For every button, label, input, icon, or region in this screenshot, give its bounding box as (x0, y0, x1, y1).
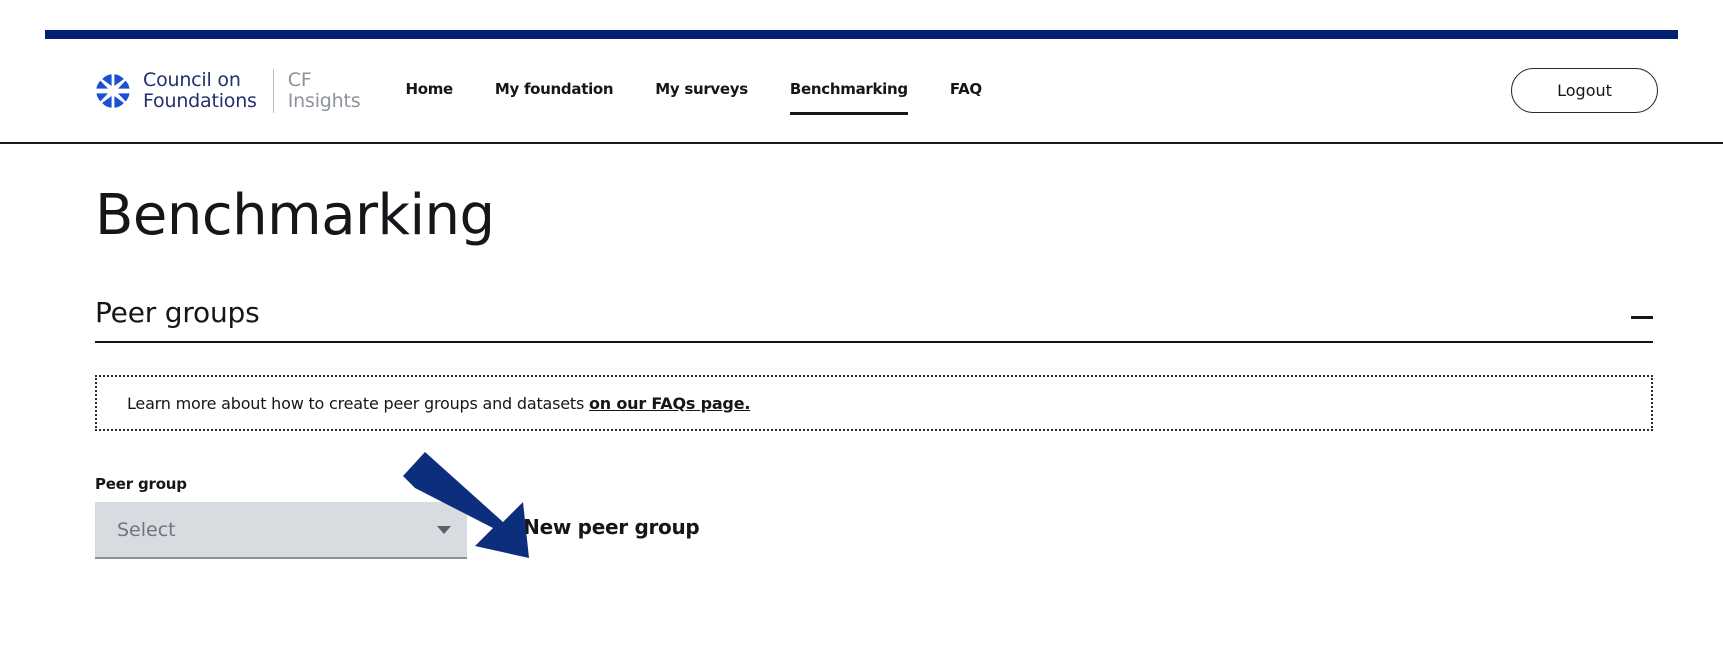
new-peer-group-button[interactable]: + New peer group (500, 515, 700, 539)
info-callout-box: Learn more about how to create peer grou… (95, 375, 1653, 431)
nav-item-faq[interactable]: FAQ (950, 80, 982, 101)
new-peer-group-label: New peer group (523, 515, 700, 539)
product-name-line1: CF (287, 68, 312, 91)
peer-groups-section-header: Peer groups (95, 296, 1653, 343)
primary-nav: Home My foundation My surveys Benchmarki… (405, 39, 982, 142)
nav-item-my-surveys[interactable]: My surveys (655, 80, 748, 101)
page-title: Benchmarking (95, 183, 495, 248)
peer-group-field-group: Peer group Select (95, 475, 470, 559)
site-header: Council on Foundations CF Insights Home … (0, 39, 1723, 144)
section-title-peer-groups: Peer groups (95, 296, 260, 329)
nav-item-home[interactable]: Home (405, 80, 453, 101)
product-name: CF Insights (287, 68, 361, 112)
product-name-line2: Insights (287, 89, 361, 112)
peer-group-label: Peer group (95, 475, 187, 493)
peer-group-select-value: Select (117, 518, 176, 541)
minus-icon[interactable] (1631, 316, 1653, 319)
brand-name: Council on Foundations (143, 68, 257, 112)
nav-item-my-foundation[interactable]: My foundation (495, 80, 614, 101)
brand-name-line1: Council on (143, 68, 241, 91)
brand-name-line2: Foundations (143, 89, 257, 112)
info-callout-text: Learn more about how to create peer grou… (97, 394, 750, 413)
faqs-page-link[interactable]: on our FAQs page. (589, 394, 750, 413)
main-content: Benchmarking Peer groups Learn more abou… (95, 144, 1653, 559)
info-callout-sentence: Learn more about how to create peer grou… (127, 393, 590, 413)
top-accent-bar (45, 30, 1678, 39)
chevron-down-icon (437, 525, 451, 534)
brand-logo[interactable]: Council on Foundations CF Insights (93, 68, 361, 113)
nav-item-benchmarking[interactable]: Benchmarking (789, 80, 908, 115)
logout-button[interactable]: Logout (1511, 68, 1658, 113)
council-on-foundations-aperture-icon (93, 71, 133, 111)
peer-group-form-row: Peer group Select + New peer group (95, 475, 1653, 559)
peer-group-select[interactable]: Select (95, 502, 467, 559)
plus-icon: + (500, 515, 517, 539)
brand-divider (272, 68, 274, 113)
